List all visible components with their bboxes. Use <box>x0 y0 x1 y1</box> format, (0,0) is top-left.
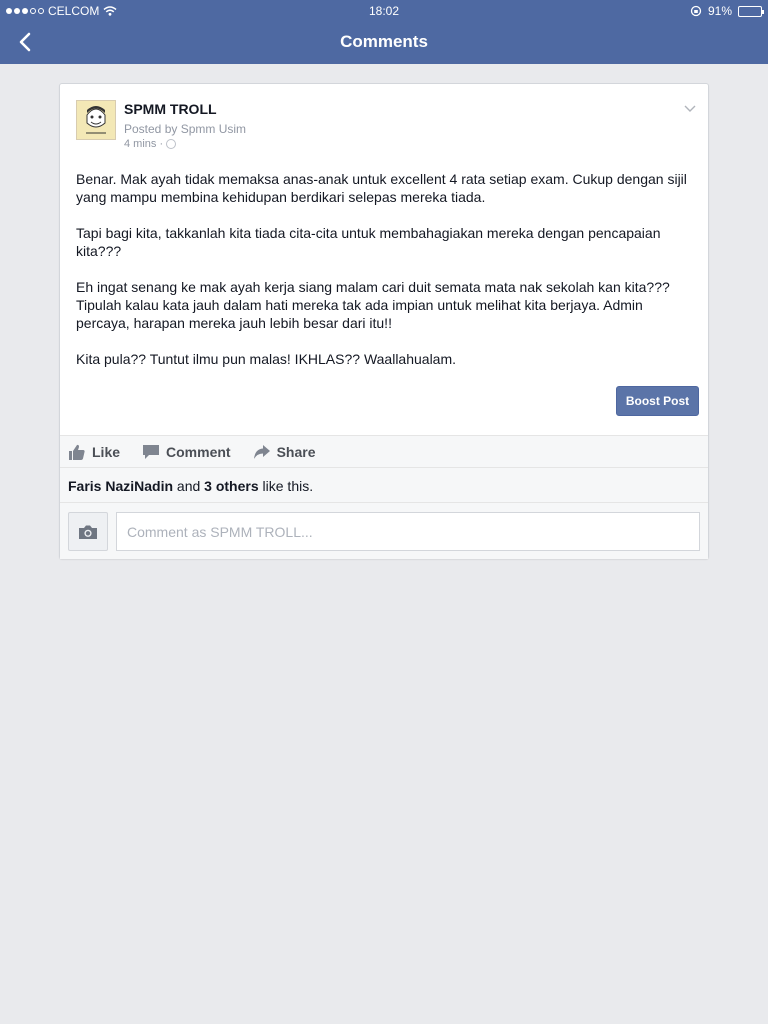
clock: 18:02 <box>368 4 400 18</box>
action-bar: Like Comment Share <box>60 435 708 467</box>
page-title: Comments <box>340 32 428 51</box>
like-button[interactable]: Like <box>68 443 120 461</box>
comment-label: Comment <box>166 443 231 460</box>
share-label: Share <box>276 443 316 460</box>
comment-composer <box>60 502 708 559</box>
posted-by: Posted by Spmm Usim <box>124 122 246 136</box>
camera-icon <box>79 525 97 539</box>
boost-post-button[interactable]: Boost Post <box>616 386 699 416</box>
globe-icon <box>166 139 177 149</box>
post-card: SPMM TROLL Posted by Spmm Usim 4 mins · … <box>59 83 709 559</box>
rotation-lock-icon <box>690 5 702 17</box>
status-bar: CELCOM 18:02 91% <box>0 0 768 22</box>
likes-and: and <box>173 478 205 494</box>
battery-icon <box>738 5 764 17</box>
camera-button[interactable] <box>68 512 108 551</box>
troll-face-icon <box>77 101 115 139</box>
post-meta: 4 mins · <box>124 138 177 150</box>
likes-suffix: like this. <box>258 478 314 494</box>
others-count[interactable]: 3 others <box>204 478 258 494</box>
post-paragraph: Benar. Mak ayah tidak memaksa anas-anak … <box>76 171 687 205</box>
top-bar: CELCOM 18:02 91% Comments <box>0 0 768 64</box>
poster-name[interactable]: Spmm Usim <box>181 122 246 136</box>
share-arrow-icon <box>253 444 270 459</box>
page-avatar[interactable] <box>76 100 116 140</box>
battery-info: 91% <box>690 4 764 18</box>
like-label: Like <box>92 443 121 460</box>
comment-input[interactable] <box>116 512 700 551</box>
post-paragraph: Eh ingat senang ke mak ayah kerja siang … <box>76 279 670 331</box>
battery-percent: 91% <box>707 4 732 18</box>
share-button[interactable]: Share <box>253 443 316 461</box>
post-time[interactable]: 4 mins · <box>124 138 163 150</box>
thumbs-up-icon <box>69 444 85 460</box>
comment-bubble-icon <box>143 444 160 459</box>
chevron-down-icon[interactable] <box>682 100 698 116</box>
post-paragraph: Kita pula?? Tuntut ilmu pun malas! IKHLA… <box>76 351 457 367</box>
posted-by-prefix: Posted by <box>124 122 181 136</box>
post-body: Benar. Mak ayah tidak memaksa anas-anak … <box>76 170 696 386</box>
comment-button[interactable]: Comment <box>142 443 231 461</box>
likes-summary: Faris NaziNadin and 3 others like this. <box>60 467 708 502</box>
post-paragraph: Tapi bagi kita, takkanlah kita tiada cit… <box>76 225 661 259</box>
liker-name[interactable]: Faris NaziNadin <box>68 478 173 494</box>
page-name[interactable]: SPMM TROLL <box>124 101 217 117</box>
